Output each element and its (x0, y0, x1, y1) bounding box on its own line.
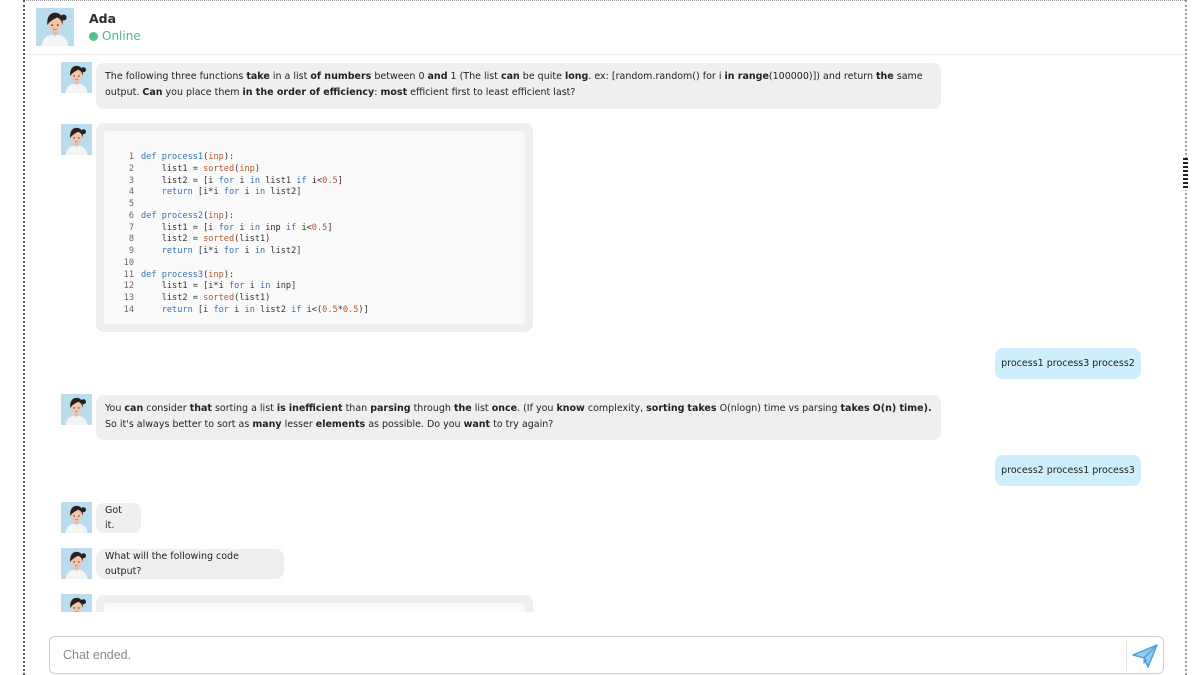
code-line: 5 (128, 199, 134, 209)
code-line: 12 list1 = [i*i for i in inp] (123, 281, 297, 292)
agent-avatar-icon (61, 394, 92, 425)
code-line: 10 (123, 257, 134, 268)
code-line: 1 def process1(inp): (128, 152, 235, 162)
code-line: 11 def process3(inp): (123, 269, 235, 280)
agent-avatar-icon (61, 548, 92, 579)
message-text: process2 process1 process3 (1001, 465, 1135, 476)
code-block-body (104, 603, 525, 612)
code-lines: 1 def process1(inp): 2 list1 = sorted(inp)… (118, 152, 369, 317)
agent-name: Ada (89, 11, 117, 26)
message-text: Got it. (105, 504, 122, 532)
code-line: 13 list2 = sorted(list1) (123, 293, 271, 303)
frame-top-border (23, 0, 1187, 1)
scrollbar-thumb[interactable] (1183, 158, 1188, 190)
chat-header: Ada Online (25, 2, 1185, 55)
status-text: Online (102, 29, 141, 43)
agent-avatar-icon (61, 502, 92, 533)
message-text: You can consider that sorting a list is … (105, 403, 932, 430)
code-block: 1 def process1(inp): 2 list1 = sorted(inp)… (96, 123, 533, 332)
send-button[interactable] (1128, 640, 1162, 671)
message-composer (49, 636, 1164, 674)
agent-avatar-icon (61, 62, 92, 93)
frame-right-border (1185, 0, 1187, 675)
code-line: 8 list2 = sorted(list1) (128, 234, 271, 245)
agent-avatar-icon (61, 594, 92, 612)
code-block-body: 1 def process1(inp): 2 list1 = sorted(inp)… (104, 131, 525, 324)
code-line: 9 return [i*i for i in list2] (128, 246, 302, 256)
agent-avatar-icon (61, 594, 92, 612)
chat-transcript[interactable]: The following three functions take in a … (25, 56, 1183, 612)
status-indicator: Online (89, 29, 141, 43)
agent-message: What will the following code output? (96, 549, 284, 579)
message-text: process1 process3 process2 (1001, 358, 1135, 369)
agent-avatar-icon (61, 394, 92, 425)
code-block (96, 595, 533, 612)
user-message: process2 process1 process3 (995, 455, 1141, 486)
send-divider (1126, 640, 1127, 670)
agent-message: You can consider that sorting a list is … (96, 395, 941, 440)
message-input[interactable] (51, 638, 1126, 672)
status-dot-icon (89, 31, 98, 41)
code-line: 3 list2 = [i for i in list1 if i<0.5] (128, 175, 343, 186)
code-line: 4 return [i*i for i in list2] (128, 187, 302, 198)
paper-plane-icon (1132, 643, 1158, 668)
agent-avatar-icon (36, 8, 74, 46)
agent-avatar-icon (36, 8, 74, 46)
code-line: 2 list1 = sorted(inp) (128, 163, 261, 174)
agent-message: Got it. (96, 503, 141, 533)
agent-avatar-icon (61, 548, 92, 579)
agent-avatar-icon (61, 124, 92, 155)
message-text: What will the following code output? (105, 550, 239, 578)
user-message: process1 process3 process2 (995, 348, 1141, 379)
agent-message: The following three functions take in a … (96, 63, 941, 109)
agent-avatar-icon (61, 502, 92, 533)
code-line: 7 list1 = [i for i in inp if i<0.5] (128, 222, 333, 233)
code-line: 6 def process2(inp): (128, 210, 235, 221)
message-text: The following three functions take in a … (105, 71, 923, 98)
agent-avatar-icon (61, 124, 92, 155)
code-line: 14 return [i for i in list2 if i<(0.5*0.… (123, 304, 369, 315)
agent-avatar-icon (61, 62, 92, 93)
